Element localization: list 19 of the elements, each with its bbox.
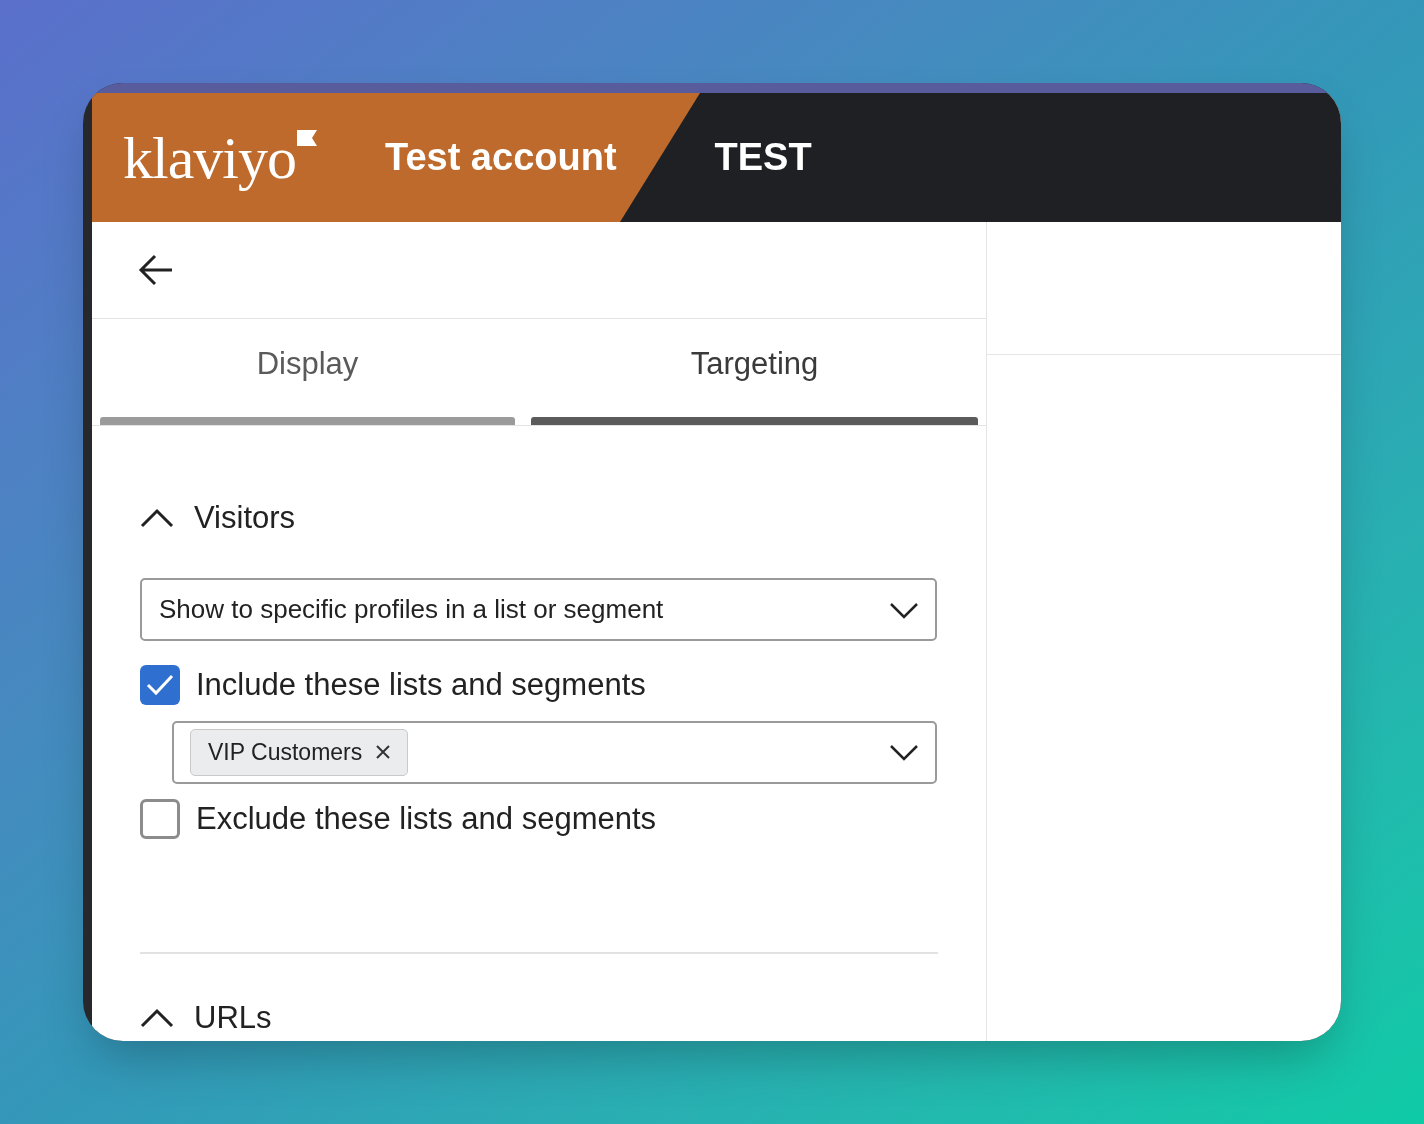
- flag-icon: [297, 129, 317, 146]
- checkmark-icon: [145, 673, 175, 698]
- tab[interactable]: Display: [100, 319, 515, 425]
- caret-down-icon: [889, 600, 919, 619]
- checkbox-label: Include these lists and segments: [196, 666, 646, 704]
- audience-dropdown[interactable]: Show to specific profiles in a list or segment: [140, 578, 937, 641]
- account-name: Test account: [385, 135, 617, 180]
- lists-multiselect[interactable]: VIP Customers: [172, 720, 937, 784]
- checkbox-label: Exclude these lists and segments: [196, 799, 657, 838]
- environment-label: TEST: [714, 135, 812, 180]
- checkbox[interactable]: [140, 798, 180, 839]
- tag-chip: VIP Customers: [190, 728, 409, 776]
- back-arrow-icon[interactable]: [138, 254, 174, 286]
- section-header[interactable]: URLs: [140, 996, 272, 1040]
- caret-down-icon: [889, 743, 919, 761]
- tab[interactable]: Targeting: [531, 319, 978, 425]
- section-header[interactable]: Visitors: [140, 496, 296, 540]
- close-icon[interactable]: [376, 745, 391, 759]
- checkbox[interactable]: [140, 665, 180, 706]
